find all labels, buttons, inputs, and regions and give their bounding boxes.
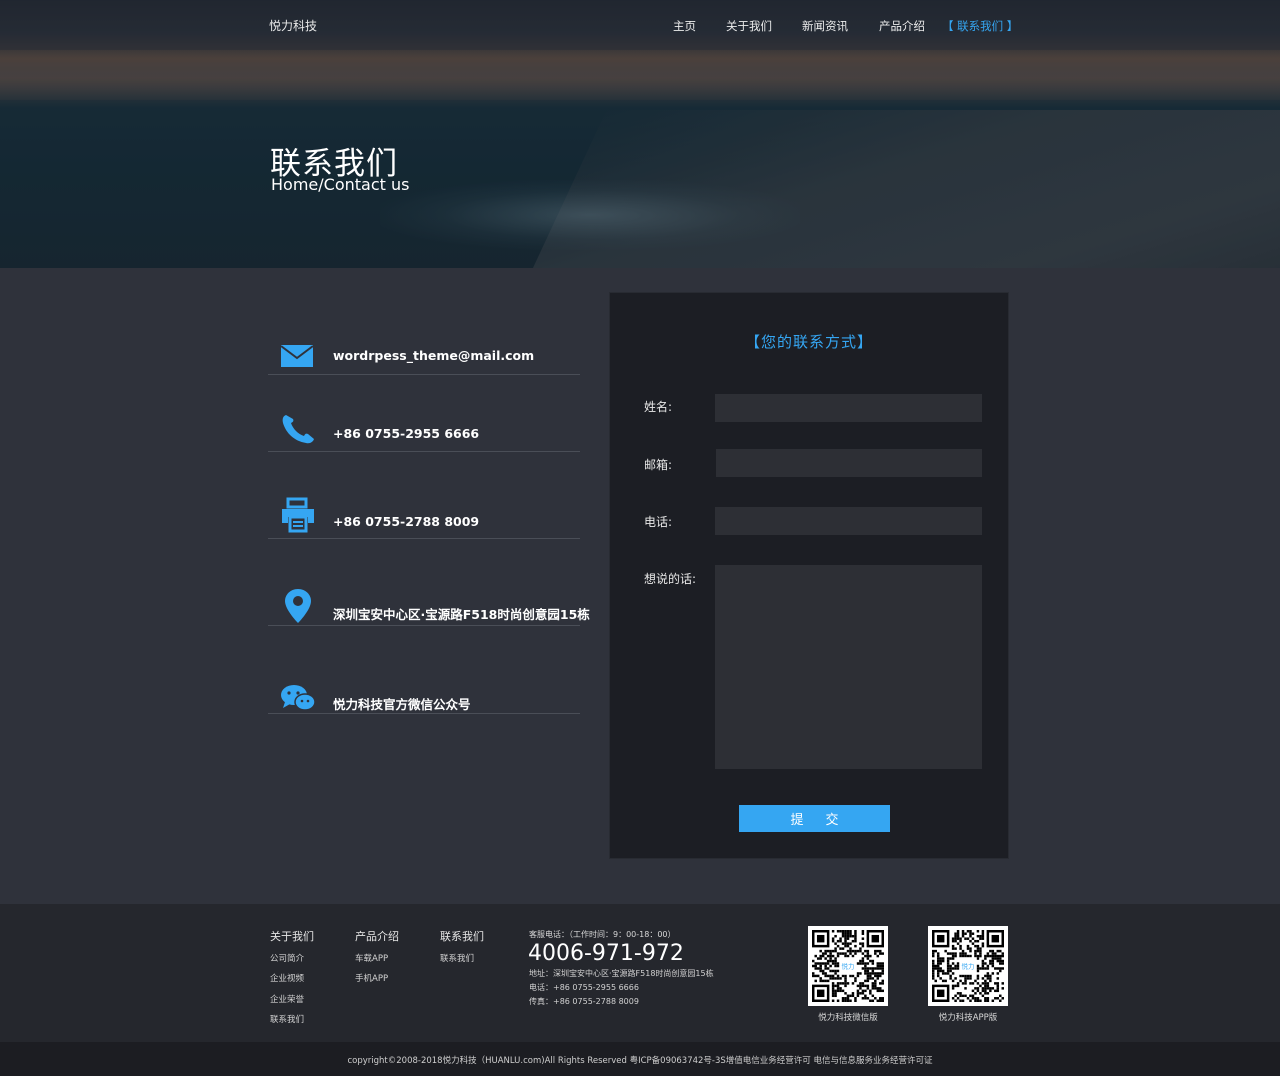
email-label: 邮箱: — [644, 458, 673, 472]
contact-address: 深圳宝安中心区·宝源路F518时尚创意园15栋 — [333, 607, 590, 622]
name-label: 姓名: — [644, 400, 673, 414]
contact-email-row: wordrpess_theme@mail.com — [268, 330, 580, 375]
contact-address-row: 深圳宝安中心区·宝源路F518时尚创意园15栋 — [268, 580, 590, 628]
name-input[interactable] — [715, 394, 982, 422]
nav-news[interactable]: 新闻资讯 — [802, 18, 848, 34]
footer: 关于我们 公司简介 企业视频 企业荣誉 联系我们 产品介绍 车载APP 手机AP… — [0, 904, 1280, 1042]
phone-icon — [280, 413, 316, 449]
qr-app-caption: 悦力科技APP版 — [938, 1013, 998, 1023]
contact-phone: +86 0755-2955 6666 — [333, 426, 480, 441]
footer-link-mobile-app[interactable]: 手机APP — [355, 972, 388, 984]
form-title: 【您的联系方式】 — [744, 333, 873, 351]
contact-phone-row: +86 0755-2955 6666 — [268, 405, 580, 452]
footer-heading-products[interactable]: 产品介绍 — [355, 928, 399, 944]
contact-email[interactable]: wordrpess_theme@mail.com — [333, 348, 534, 363]
footer-fax: 传真：+86 0755-2788 8009 — [529, 997, 639, 1006]
contact-wechat-row: 悦力科技官方微信公众号 — [268, 670, 580, 714]
footer-link-honors[interactable]: 企业荣誉 — [270, 993, 304, 1005]
hotline-number: 4006-971-972 — [528, 941, 684, 966]
message-textarea[interactable] — [715, 565, 982, 769]
qr-code-icon: 悦力 — [812, 930, 884, 1002]
copyright-text: copyright©2008-2018悦力科技（HUANLU.com)All R… — [347, 1056, 933, 1066]
footer-heading-contact[interactable]: 联系我们 — [440, 928, 484, 944]
phone-input[interactable] — [715, 507, 982, 535]
nav-home[interactable]: 主页 — [673, 18, 696, 34]
message-label: 想说的话: — [644, 572, 697, 586]
phone-label: 电话: — [644, 515, 673, 529]
footer-link-contact[interactable]: 联系我们 — [270, 1013, 304, 1025]
copyright-bar: copyright©2008-2018悦力科技（HUANLU.com)All R… — [0, 1042, 1280, 1076]
footer-link-company-intro[interactable]: 公司简介 — [270, 952, 304, 964]
footer-link-car-app[interactable]: 车载APP — [355, 952, 388, 964]
wechat-icon — [280, 684, 316, 716]
hero-banner: 悦力科技 主页 关于我们 新闻资讯 产品介绍 【 联系我们 】 联系我们 Hom… — [0, 0, 1280, 268]
footer-phone: 电话：+86 0755-2955 6666 — [529, 983, 639, 992]
mail-icon — [280, 344, 314, 372]
hotline-label: 客服电话：（工作时间：9：00-18：00） — [529, 930, 676, 939]
qr-wechat-caption: 悦力科技微信版 — [818, 1013, 878, 1023]
contact-form: 【您的联系方式】 姓名: 邮箱: 电话: 想说的话: 提交 — [609, 292, 1009, 859]
top-nav-bar: 悦力科技 主页 关于我们 新闻资讯 产品介绍 【 联系我们 】 — [0, 0, 1280, 50]
footer-heading-about[interactable]: 关于我们 — [270, 928, 314, 944]
email-input[interactable] — [716, 449, 982, 477]
contact-fax-row: +86 0755-2788 8009 — [268, 492, 580, 539]
location-pin-icon — [284, 588, 312, 628]
qr-code-wechat: 悦力 — [808, 926, 888, 1006]
site-logo[interactable]: 悦力科技 — [269, 17, 317, 34]
qr-code-icon: 悦力 — [932, 930, 1004, 1002]
nav-contact[interactable]: 【 联系我们 】 — [942, 18, 1018, 34]
qr-logo-text: 悦力 — [842, 962, 855, 971]
submit-button[interactable]: 提交 — [739, 805, 890, 832]
fax-icon — [280, 497, 316, 537]
contact-wechat: 悦力科技官方微信公众号 — [333, 697, 471, 712]
footer-link-contact-us[interactable]: 联系我们 — [440, 952, 474, 964]
footer-link-company-video[interactable]: 企业视频 — [270, 972, 304, 984]
nav-about[interactable]: 关于我们 — [726, 18, 772, 34]
qr-code-app: 悦力 — [928, 926, 1008, 1006]
footer-address: 地址：深圳宝安中心区·宝源路F518时尚创意园15栋 — [529, 969, 714, 978]
contact-fax: +86 0755-2788 8009 — [333, 514, 480, 529]
nav-products[interactable]: 产品介绍 — [879, 18, 925, 34]
qr-logo-text: 悦力 — [962, 962, 975, 971]
breadcrumb: Home/Contact us — [271, 175, 410, 194]
